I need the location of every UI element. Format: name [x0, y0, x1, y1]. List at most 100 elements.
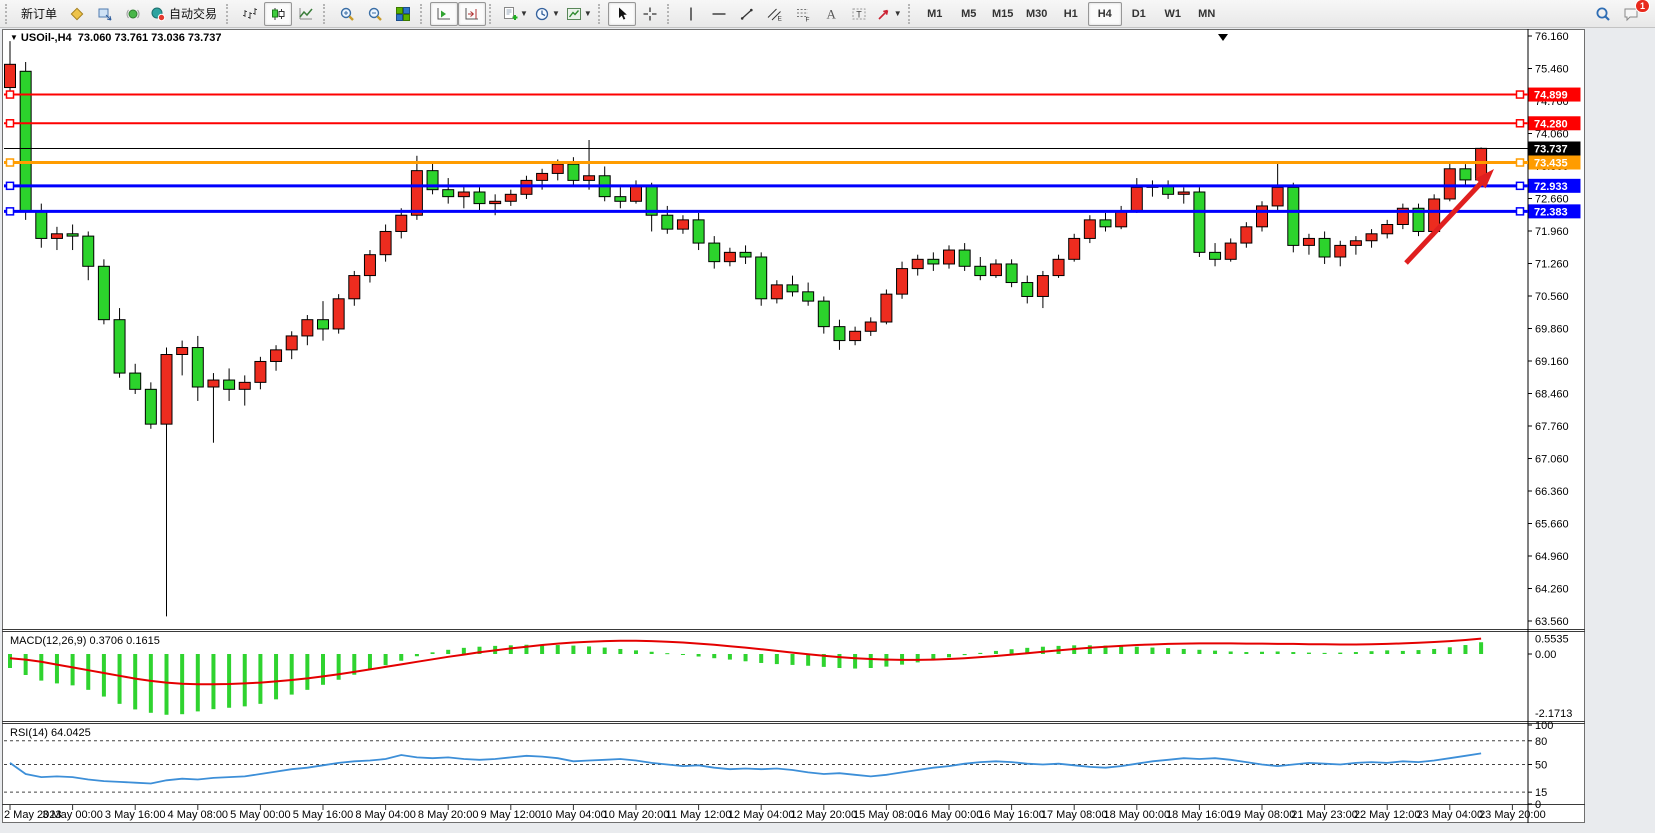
svg-text:68.460: 68.460: [1535, 389, 1569, 401]
search-button[interactable]: [1589, 2, 1617, 26]
chart-canvas[interactable]: 76.16075.46074.76074.06073.36072.66071.9…: [2, 29, 1585, 823]
arrows-button[interactable]: ▼: [873, 2, 905, 26]
bull-candle: [1225, 243, 1236, 259]
tile-windows-icon: [395, 6, 411, 22]
auto-scroll-button[interactable]: [430, 2, 458, 26]
bear-candle: [1210, 252, 1221, 259]
horizontal-line-button[interactable]: [705, 2, 733, 26]
zoom-out-button[interactable]: [361, 2, 389, 26]
toolbar-separator: [667, 4, 674, 24]
svg-text:0.00: 0.00: [1535, 649, 1556, 661]
bear-candle: [959, 250, 970, 266]
crosshair-button[interactable]: [636, 2, 664, 26]
bull-candle: [1116, 211, 1127, 227]
timeframe-mn-button[interactable]: MN: [1190, 2, 1224, 26]
svg-text:63.560: 63.560: [1535, 616, 1569, 628]
timeframe-m5-button[interactable]: M5: [952, 2, 986, 26]
svg-text:18 May 00:00: 18 May 00:00: [1103, 809, 1170, 821]
templates-button[interactable]: ▼: [563, 2, 595, 26]
bull-candle: [771, 285, 782, 299]
timeframe-m30-button[interactable]: M30: [1020, 2, 1054, 26]
periods-button[interactable]: ▼: [531, 2, 563, 26]
arrows-icon: [876, 6, 892, 22]
fibonacci-button[interactable]: F: [789, 2, 817, 26]
bear-candle: [1006, 264, 1017, 283]
collapse-triangle-icon[interactable]: ▼: [10, 33, 18, 42]
timeframe-h4-button[interactable]: H4: [1088, 2, 1122, 26]
bear-candle: [474, 192, 485, 204]
bull-candle: [1178, 192, 1189, 194]
bull-candle: [271, 350, 282, 362]
bear-candle: [98, 266, 109, 319]
dropdown-arrow-icon[interactable]: ▼: [552, 9, 560, 18]
svg-text:E: E: [777, 15, 782, 22]
bull-candle: [458, 192, 469, 197]
bull-candle: [239, 382, 250, 389]
text-label-button[interactable]: T: [845, 2, 873, 26]
bear-candle: [1194, 192, 1205, 252]
svg-text:72.383: 72.383: [1534, 206, 1568, 218]
bull-candle: [396, 215, 407, 231]
svg-text:16 May 16:00: 16 May 16:00: [978, 809, 1045, 821]
bear-candle: [1319, 238, 1330, 257]
svg-text:11 May 12:00: 11 May 12:00: [666, 809, 732, 821]
bear-candle: [443, 190, 454, 197]
cursor-icon: [614, 6, 630, 22]
tile-windows-button[interactable]: [389, 2, 417, 26]
text-label-icon: T: [851, 6, 867, 22]
chart-line-button[interactable]: [292, 2, 320, 26]
macd-indicator-label: MACD(12,26,9) 0.3706 0.1615: [10, 635, 160, 647]
dropdown-arrow-icon[interactable]: ▼: [894, 9, 902, 18]
svg-text:71.260: 71.260: [1535, 259, 1569, 271]
svg-text:15 May 08:00: 15 May 08:00: [853, 809, 920, 821]
toolbar-separator: [226, 4, 233, 24]
new-order-button[interactable]: 新订单: [15, 2, 63, 26]
bull-candle: [1257, 206, 1268, 227]
trend-line-button[interactable]: [733, 2, 761, 26]
indicators-icon: [502, 6, 518, 22]
svg-text:66.360: 66.360: [1535, 486, 1569, 498]
timeframe-d1-button[interactable]: D1: [1122, 2, 1156, 26]
bull-candle: [51, 234, 62, 239]
auto-trading-button[interactable]: 自动交易: [147, 2, 223, 26]
svg-text:15: 15: [1535, 787, 1547, 799]
signal-icon: [125, 6, 141, 22]
timeframe-m15-button[interactable]: M15: [986, 2, 1020, 26]
bull-candle: [1272, 187, 1283, 206]
chart-candles-button[interactable]: [264, 2, 292, 26]
signal-button[interactable]: [119, 2, 147, 26]
svg-text:12 May 20:00: 12 May 20:00: [790, 809, 857, 821]
timeframe-m1-button[interactable]: M1: [918, 2, 952, 26]
svg-text:67.060: 67.060: [1535, 454, 1569, 466]
crosshair-icon: [642, 6, 658, 22]
chart-line-icon: [298, 6, 314, 22]
bull-candle: [865, 322, 876, 331]
bull-candle: [537, 173, 548, 180]
notifications-button[interactable]: 1: [1617, 2, 1645, 26]
bull-candle: [302, 320, 313, 336]
vertical-line-button[interactable]: [677, 2, 705, 26]
svg-text:74.280: 74.280: [1534, 118, 1568, 130]
text-button[interactable]: A: [817, 2, 845, 26]
gold-diamond-button[interactable]: [63, 2, 91, 26]
bull-candle: [364, 255, 375, 276]
chart-shift-button[interactable]: [458, 2, 486, 26]
svg-text:23 May 04:00: 23 May 04:00: [1416, 809, 1483, 821]
profile-window-button[interactable]: [91, 2, 119, 26]
bear-candle: [709, 243, 720, 262]
dropdown-arrow-icon[interactable]: ▼: [520, 9, 528, 18]
cursor-button[interactable]: [608, 2, 636, 26]
bull-candle: [1241, 227, 1252, 243]
toolbar-separator: [420, 4, 427, 24]
equidistant-channel-button[interactable]: E: [761, 2, 789, 26]
zoom-in-icon: [339, 6, 355, 22]
timeframe-h1-button[interactable]: H1: [1054, 2, 1088, 26]
chart-bars-button[interactable]: [236, 2, 264, 26]
indicators-button[interactable]: ▼: [499, 2, 531, 26]
svg-text:8 May 20:00: 8 May 20:00: [418, 809, 479, 821]
svg-text:64.260: 64.260: [1535, 584, 1569, 596]
timeframe-w1-button[interactable]: W1: [1156, 2, 1190, 26]
dropdown-arrow-icon[interactable]: ▼: [584, 9, 592, 18]
zoom-in-button[interactable]: [333, 2, 361, 26]
text-icon: A: [823, 6, 839, 22]
